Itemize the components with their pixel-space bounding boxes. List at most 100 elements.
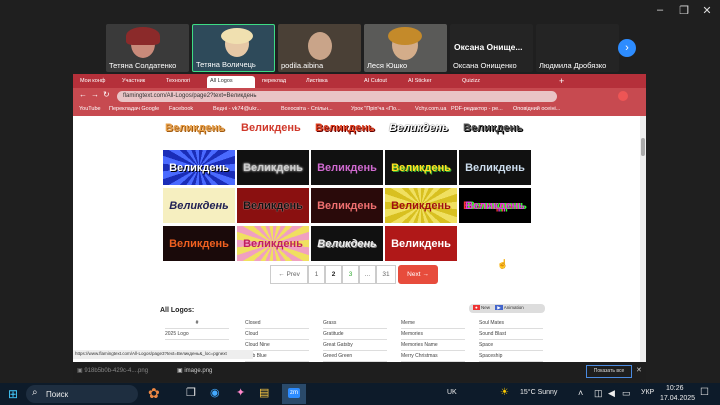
logo-option[interactable]: Великдень — [385, 226, 457, 261]
prev-button[interactable]: ← Prev — [270, 265, 308, 284]
bookmark-item[interactable]: PDF-редактор - ре... — [451, 106, 503, 112]
copilot-icon[interactable]: ✦ — [236, 386, 245, 399]
logo-option[interactable]: Великдень — [311, 226, 383, 261]
list-item[interactable]: Club Blue — [245, 351, 309, 362]
weather-text[interactable]: 15°C Sunny — [520, 389, 557, 396]
show-all-button[interactable]: Показать все — [586, 365, 632, 378]
logo-option[interactable]: Великдень — [385, 150, 457, 185]
list-item[interactable]: Spaceship — [479, 351, 543, 362]
bookmark-item[interactable]: Facebook — [169, 106, 193, 112]
list-item[interactable]: Sound Blast — [479, 329, 543, 340]
browser-tab[interactable]: переклад — [259, 76, 301, 88]
list-item[interactable]: Closed — [245, 318, 309, 329]
participant-tile[interactable]: podila.aibina — [278, 24, 361, 72]
bookmark-item[interactable]: Перекладач Google — [109, 106, 159, 112]
logo-option[interactable]: Великдень — [311, 150, 383, 185]
list-item[interactable]: Memories — [401, 329, 465, 340]
browser-tab[interactable]: Участник — [119, 76, 161, 88]
logo-option[interactable]: Великдень — [241, 122, 301, 134]
browser-tab[interactable]: Технологі — [163, 76, 205, 88]
download-item[interactable]: ▣ image.png — [177, 367, 212, 374]
page-link[interactable]: 1 — [308, 265, 325, 284]
participant-tile[interactable]: Леся Юшко — [364, 24, 447, 72]
browser-tab[interactable]: Листівка — [303, 76, 359, 88]
flower-widget-icon[interactable]: ✿ — [148, 385, 160, 402]
list-item[interactable]: Great Gatsby — [323, 340, 387, 351]
logo-option[interactable]: Великдень — [463, 122, 523, 134]
edge-icon[interactable]: ◉ — [210, 386, 220, 399]
next-button[interactable]: Next → — [398, 265, 438, 284]
bookmark-item[interactable]: Всеосвіта - Спільн... — [281, 106, 333, 112]
logo-option[interactable]: Великдень — [385, 188, 457, 223]
bookmark-item[interactable]: Оповідний осеіні... — [513, 106, 560, 112]
logo-option[interactable]: Великдень — [237, 188, 309, 223]
bookmark-item[interactable]: YouTube — [79, 106, 101, 112]
bookmark-item[interactable]: Урок "Пріп'ча «По... — [351, 106, 401, 112]
forward-icon[interactable]: → — [91, 90, 99, 99]
logo-option[interactable]: Великдень — [163, 188, 235, 223]
participant-tile[interactable]: Тетяна Воличець — [192, 24, 275, 72]
next-participants-button[interactable]: › — [618, 39, 636, 57]
clock-time[interactable]: 10:26 — [666, 385, 684, 392]
logo-option[interactable]: Великдень — [311, 188, 383, 223]
list-item[interactable]: Soul Mates — [479, 318, 543, 329]
list-item[interactable]: Gratitude — [323, 329, 387, 340]
page-link-current[interactable]: 2 — [325, 265, 342, 284]
list-item[interactable]: Memories Name — [401, 340, 465, 351]
participant-tile[interactable]: Тетяна Солдатенко — [106, 24, 189, 72]
list-item[interactable]: Cloud Nine — [245, 340, 309, 351]
logo-option[interactable]: Великдень — [459, 188, 531, 223]
list-item[interactable]: Meme — [401, 318, 465, 329]
back-icon[interactable]: ← — [79, 90, 87, 99]
download-item[interactable]: ▣ 918b5b0b-429c-4....png — [77, 367, 148, 374]
page-link[interactable]: 3 — [342, 265, 359, 284]
list-item[interactable]: Space — [479, 340, 543, 351]
list-item[interactable]: 2025 Logo — [165, 329, 229, 340]
bookmark-item[interactable]: Ведні - vk74@ukr... — [213, 106, 261, 112]
scrollbar[interactable] — [640, 116, 646, 362]
new-tab-button[interactable]: + — [557, 76, 569, 88]
logo-option[interactable]: Великдень — [459, 150, 531, 185]
windows-start-icon[interactable]: ⊞ — [8, 387, 18, 401]
participant-tile[interactable]: Оксана Онище... Оксана Онищенко — [450, 24, 533, 72]
logo-option[interactable]: Великдень — [237, 226, 309, 261]
logo-option[interactable]: Великдень — [389, 122, 448, 134]
volume-icon[interactable]: ◀ — [608, 388, 615, 399]
reload-icon[interactable]: ↻ — [103, 90, 110, 99]
clock-date[interactable]: 17.04.2025 — [660, 395, 695, 402]
close-download-bar-icon[interactable]: ✕ — [636, 366, 642, 374]
close-icon[interactable]: ✕ — [697, 4, 717, 17]
list-item[interactable]: Merry Christmas — [401, 351, 465, 362]
search-box[interactable]: ⌕ Поиск — [26, 385, 138, 403]
battery-icon[interactable]: ▭ — [622, 388, 631, 399]
bookmark-item[interactable]: Vchy.com.ua — [415, 106, 446, 112]
list-item[interactable]: Cloud — [245, 329, 309, 340]
chevron-up-icon[interactable]: ˄ — [578, 388, 583, 398]
logo-option[interactable]: Великдень — [237, 150, 309, 185]
address-bar[interactable]: flamingtext.com/All-Logos/page2?text=Вел… — [117, 91, 557, 102]
participant-tile[interactable]: Людмила Дробязко — [536, 24, 619, 72]
logo-option[interactable]: Великдень — [163, 226, 235, 261]
explorer-icon[interactable]: ▤ — [259, 386, 269, 399]
scrollbar-thumb[interactable] — [641, 138, 645, 156]
list-item[interactable]: Greed Green — [323, 351, 387, 362]
list-item[interactable]: Grass — [323, 318, 387, 329]
minimize-icon[interactable]: – — [650, 4, 670, 16]
zoom-taskbar-button[interactable]: zm — [282, 384, 306, 404]
logo-option[interactable]: Великдень — [315, 122, 375, 134]
network-icon[interactable]: ◫ — [594, 388, 603, 399]
page-link[interactable]: 31 — [376, 265, 396, 284]
profile-avatar[interactable] — [618, 91, 628, 101]
browser-tab-active[interactable]: All Logos — [207, 76, 255, 88]
browser-tab[interactable]: Quizizz — [459, 76, 503, 88]
logo-option[interactable]: Великдень — [165, 122, 225, 134]
task-view-icon[interactable]: ❐ — [186, 386, 196, 399]
browser-tab[interactable]: AI Sticker — [405, 76, 457, 88]
browser-tab[interactable]: Мои конф — [77, 76, 117, 88]
restore-icon[interactable]: ❐ — [674, 4, 694, 17]
input-lang[interactable]: УКР — [641, 389, 654, 396]
keyboard-lang[interactable]: UK — [447, 389, 457, 396]
notification-icon[interactable]: ☐ — [700, 387, 709, 398]
logo-option[interactable]: Великдень — [163, 150, 235, 185]
browser-tab[interactable]: AI Cutout — [361, 76, 403, 88]
